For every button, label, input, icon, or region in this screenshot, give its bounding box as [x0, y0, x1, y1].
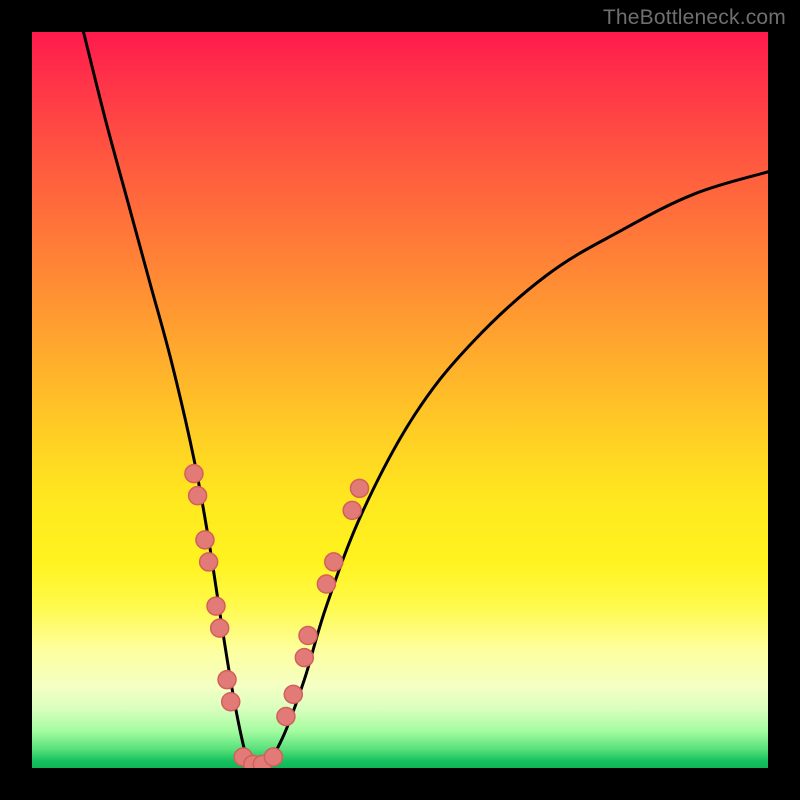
data-point	[200, 553, 218, 571]
data-point	[317, 575, 335, 593]
chart-svg	[32, 32, 768, 768]
data-point	[325, 553, 343, 571]
data-points-group	[185, 465, 369, 768]
data-point	[351, 479, 369, 497]
data-point	[343, 501, 361, 519]
data-point	[211, 619, 229, 637]
data-point	[189, 487, 207, 505]
data-point	[222, 693, 240, 711]
data-point	[295, 649, 313, 667]
watermark-text: TheBottleneck.com	[603, 6, 786, 30]
bottleneck-curve	[84, 32, 768, 768]
data-point	[284, 685, 302, 703]
data-point	[299, 627, 317, 645]
data-point	[218, 671, 236, 689]
data-point	[264, 748, 282, 766]
plot-area	[32, 32, 768, 768]
data-point	[196, 531, 214, 549]
data-point	[277, 707, 295, 725]
data-point	[185, 465, 203, 483]
chart-frame: TheBottleneck.com	[0, 0, 800, 800]
data-point	[207, 597, 225, 615]
